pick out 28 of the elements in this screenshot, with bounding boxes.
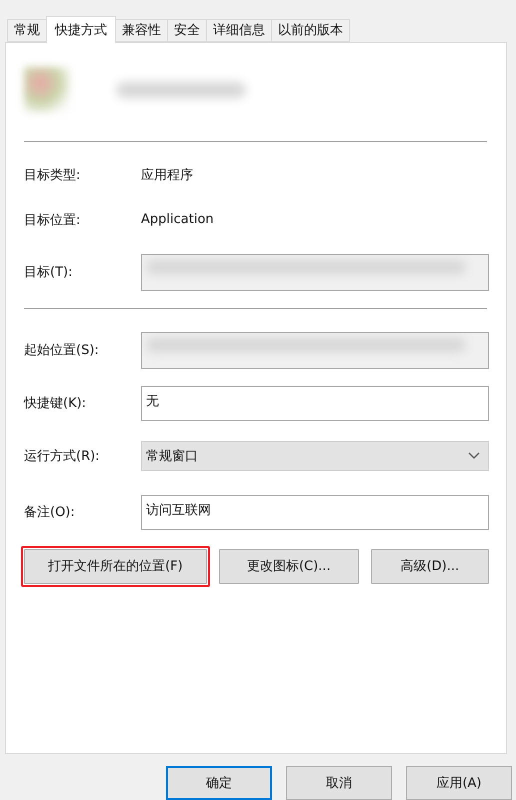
text-field[interactable]: [141, 332, 489, 369]
dialog-button[interactable]: 应用(A): [406, 766, 512, 800]
action-button[interactable]: 高级(D)...: [370, 548, 489, 584]
action-button[interactable]: 更改图标(C)...: [218, 548, 359, 584]
field-label: 目标位置:: [24, 212, 82, 229]
field-label: 目标(T):: [24, 264, 74, 282]
action-button[interactable]: 打开文件所在的位置(F): [24, 548, 207, 584]
dialog-button[interactable]: 确定: [166, 766, 272, 800]
field-label: 起始位置(S):: [24, 342, 100, 360]
field-label: 目标类型:: [24, 166, 82, 184]
tab[interactable]: 快捷方式: [46, 16, 116, 43]
dropdown[interactable]: 常规窗口: [141, 441, 489, 472]
field-label: 运行方式(R):: [24, 448, 101, 466]
tab[interactable]: 常规: [7, 18, 47, 42]
field-value: 应用程序: [141, 166, 193, 184]
text-field[interactable]: 访问互联网: [141, 494, 489, 530]
field-value: Application: [141, 212, 214, 228]
field-label: 备注(O):: [24, 504, 76, 522]
tab[interactable]: 以前的版本: [271, 18, 350, 42]
field-label: 快捷键(K):: [24, 395, 88, 412]
chevron-down-icon: [468, 452, 480, 460]
text-field[interactable]: 无: [141, 386, 489, 421]
tab[interactable]: 安全: [167, 18, 207, 42]
app-icon: [24, 66, 70, 113]
dialog-button[interactable]: 取消: [286, 766, 392, 800]
text-field[interactable]: [141, 254, 489, 291]
tab[interactable]: 详细信息: [206, 18, 272, 42]
tab[interactable]: 兼容性: [115, 18, 168, 42]
